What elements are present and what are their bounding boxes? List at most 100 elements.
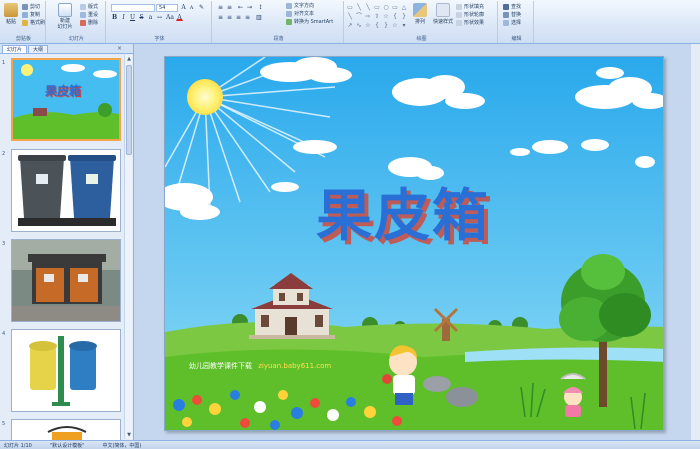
star-shape-icon[interactable]: ☆ xyxy=(364,22,372,30)
slide-thumbnail-5[interactable] xyxy=(11,419,121,440)
brace-shape-icon[interactable]: } xyxy=(382,22,390,30)
bullets-button[interactable]: ≡ xyxy=(217,4,224,11)
line-shape-icon[interactable]: ╲ xyxy=(346,13,354,21)
grow-font-button[interactable]: A xyxy=(180,4,187,11)
sun xyxy=(187,79,223,115)
find-button[interactable]: 查找 xyxy=(503,3,521,10)
outline-icon xyxy=(456,11,462,18)
indent-decrease-button[interactable]: ⇤ xyxy=(237,4,244,11)
line-shape-icon[interactable]: ╲ xyxy=(355,4,363,12)
spacing-button[interactable]: ↔ xyxy=(156,14,163,21)
tab-slides[interactable]: 幻灯片 xyxy=(2,45,28,53)
numbering-button[interactable]: ≡ xyxy=(226,4,233,11)
triangle-shape-icon[interactable]: △ xyxy=(400,4,408,12)
font-group: 54 A A ✎ B I U S a ↔ Aa A 字体 xyxy=(108,1,212,43)
shadow-button[interactable]: a xyxy=(147,14,154,21)
arrow-shape-icon[interactable]: ⇨ xyxy=(364,13,372,21)
main-scrollbar[interactable] xyxy=(690,44,700,440)
layout-button[interactable]: 版式 xyxy=(80,3,98,10)
align-text-button[interactable]: 对齐文本 xyxy=(286,10,314,17)
format-painter-button[interactable]: 格式刷 xyxy=(22,19,45,26)
text-direction-button[interactable]: 文字方向 xyxy=(286,2,314,9)
scroll-up-icon[interactable]: ▲ xyxy=(125,55,133,63)
smartart-button[interactable]: 转换为 SmartArt xyxy=(286,18,333,25)
arrow-shape-icon[interactable]: ⇧ xyxy=(373,13,381,21)
slide-thumbnail-4[interactable] xyxy=(11,329,121,412)
new-slide-button[interactable]: 新建 幻灯片 xyxy=(54,3,76,30)
align-text-icon xyxy=(286,10,292,17)
brush-icon xyxy=(22,19,28,26)
arrow-shape-icon[interactable]: ↗ xyxy=(346,22,354,30)
clear-format-button[interactable]: ✎ xyxy=(198,4,205,11)
slide-thumbnail-2[interactable] xyxy=(11,149,121,232)
reset-icon xyxy=(80,11,86,18)
indent-increase-button[interactable]: ⇥ xyxy=(246,4,253,11)
slides-label: 幻灯片 xyxy=(68,36,84,42)
main-slide[interactable]: 果皮箱 果皮箱 幼儿园教学课件下载 ziyuan.baby611.com xyxy=(164,56,664,431)
clipboard-label: 剪贴板 xyxy=(15,36,31,42)
scroll-down-icon[interactable]: ▼ xyxy=(125,431,133,439)
slide-title[interactable]: 果皮箱 xyxy=(316,171,490,252)
align-center-button[interactable]: ≡ xyxy=(226,14,233,21)
slide-thumbnail-1[interactable]: 果皮箱 xyxy=(11,58,121,141)
case-button[interactable]: Aa xyxy=(165,14,174,21)
delete-slide-button[interactable]: 删除 xyxy=(80,19,98,26)
align-right-button[interactable]: ≡ xyxy=(235,14,242,21)
bold-button[interactable]: B xyxy=(111,14,118,21)
rock xyxy=(446,387,478,407)
replace-button[interactable]: 替换 xyxy=(503,11,521,18)
align-left-button[interactable]: ≡ xyxy=(217,14,224,21)
thumb-number: 3 xyxy=(2,241,6,247)
select-button[interactable]: 选择 xyxy=(503,19,521,26)
pane-scrollbar[interactable]: ▲ ▼ xyxy=(124,55,132,439)
font-name-field[interactable] xyxy=(111,4,155,12)
tab-outline[interactable]: 大纲 xyxy=(28,45,49,53)
pane-close-icon[interactable]: × xyxy=(117,45,122,52)
star-shape-icon[interactable]: ☆ xyxy=(382,13,390,21)
brace-shape-icon[interactable]: { xyxy=(391,13,399,21)
scrollbar-thumb[interactable] xyxy=(126,65,132,155)
shape-effects-button[interactable]: 形状效果 xyxy=(456,19,484,26)
brace-shape-icon[interactable]: { xyxy=(373,22,381,30)
font-color-button[interactable]: A xyxy=(176,14,183,21)
thumb-3-image xyxy=(12,240,120,321)
curve-shape-icon[interactable]: ⌒ xyxy=(355,13,363,21)
thumb-4-image xyxy=(12,330,120,411)
quick-styles-button[interactable]: 快速样式 xyxy=(432,3,454,25)
cut-button[interactable]: 剪切 xyxy=(22,3,40,10)
editing-group: 查找 替换 选择 编辑 xyxy=(500,1,534,43)
curve-shape-icon[interactable]: ∿ xyxy=(355,22,363,30)
line-spacing-button[interactable]: ↕ xyxy=(257,4,264,11)
strike-button[interactable]: S xyxy=(138,14,145,21)
arrange-button[interactable]: 排列 xyxy=(412,3,428,25)
oval-shape-icon[interactable]: ○ xyxy=(382,4,390,12)
shrink-font-button[interactable]: A xyxy=(188,4,195,11)
copy-button[interactable]: 复制 xyxy=(22,11,40,18)
slide-thumbnail-3[interactable] xyxy=(11,239,121,322)
star-shape-icon[interactable]: ☆ xyxy=(391,22,399,30)
drawing-group: ▭ ╲ ╲ ▭ ○ ▭ △ ╲ ⌒ ⇨ ⇧ ☆{} ↗ ∿ ☆{} ☆ ▾ 排列 快速样式 形状填充 形状轮… xyxy=(346,1,498,43)
italic-button[interactable]: I xyxy=(120,14,127,21)
ribbon: 粘贴 剪切 复制 格式刷 剪贴板 新建 幻灯片 版式 重设 删除 幻灯片 54 … xyxy=(0,0,700,44)
rect-shape-icon[interactable]: ▭ xyxy=(346,4,354,12)
shapes-gallery[interactable]: ▭ ╲ ╲ ▭ ○ ▭ △ ╲ ⌒ ⇨ ⇧ ☆{} ↗ ∿ ☆{} ☆ ▾ xyxy=(346,4,406,30)
line-shape-icon[interactable]: ╲ xyxy=(364,4,372,12)
rect-shape-icon[interactable]: ▭ xyxy=(373,4,381,12)
font-size-field[interactable]: 54 xyxy=(156,4,178,12)
justify-button[interactable]: ≡ xyxy=(244,14,251,21)
font-label: 字体 xyxy=(154,36,165,42)
reset-button[interactable]: 重设 xyxy=(80,11,98,18)
replace-icon xyxy=(503,11,509,18)
paste-button[interactable]: 粘贴 xyxy=(4,3,18,25)
brace-shape-icon[interactable]: } xyxy=(400,13,408,21)
underline-button[interactable]: U xyxy=(129,14,136,21)
thumb-number: 2 xyxy=(2,151,6,157)
rect-shape-icon[interactable]: ▭ xyxy=(391,4,399,12)
thumb-5-image xyxy=(12,420,120,440)
clipboard-group: 粘贴 剪切 复制 格式刷 剪贴板 xyxy=(2,1,46,43)
chevron-down-icon[interactable]: ▾ xyxy=(400,22,408,30)
columns-button[interactable]: ▥ xyxy=(255,14,262,21)
shape-fill-button[interactable]: 形状填充 xyxy=(456,3,484,10)
shape-outline-button[interactable]: 形状轮廓 xyxy=(456,11,484,18)
cursor-icon xyxy=(503,19,509,26)
